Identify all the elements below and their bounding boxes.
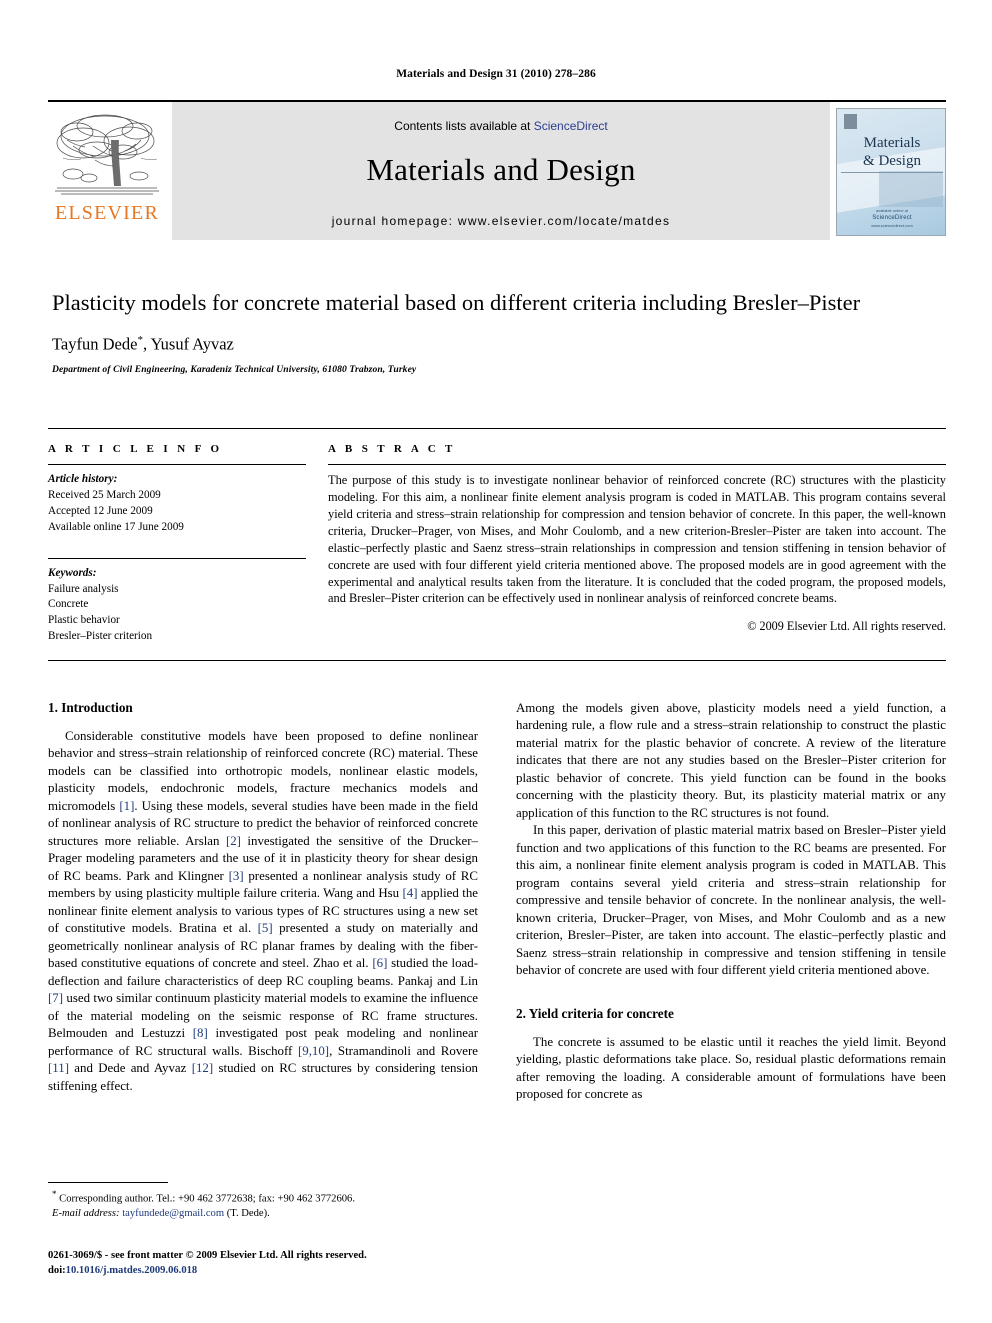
column-gap <box>306 443 328 645</box>
cover-footer: available online at ScienceDirect www.sc… <box>837 208 945 229</box>
keywords-label: Keywords: <box>48 566 97 579</box>
cover-rule-decoration <box>841 172 943 173</box>
paragraph-intro-1: Considerable constitutive models have be… <box>48 729 479 1093</box>
article-info-column: A R T I C L E I N F O Article history: R… <box>48 443 306 645</box>
keywords-group: Keywords: Failure analysis Concrete Plas… <box>48 566 306 646</box>
contents-available-line: Contents lists available at ScienceDirec… <box>172 102 830 133</box>
journal-masthead: ELSEVIER Contents lists available at Sci… <box>48 100 946 240</box>
journal-band: Contents lists available at ScienceDirec… <box>172 102 830 240</box>
keyword-item: Failure analysis <box>48 582 119 595</box>
divider <box>48 557 306 559</box>
cover-foot-url: www.sciencedirect.com <box>871 223 913 228</box>
info-abstract-region: A R T I C L E I N F O Article history: R… <box>48 428 946 645</box>
article-history-group: Article history: Received 25 March 2009 … <box>48 472 306 536</box>
article-history-label: Article history: <box>48 473 118 485</box>
issn-copyright-line: 0261-3069/$ - see front matter © 2009 El… <box>48 1250 367 1261</box>
right-column: Among the models given above, plasticity… <box>516 700 946 1104</box>
page-title: Plasticity models for concrete material … <box>52 290 861 315</box>
author-secondary: , Yusuf Ayvaz <box>142 334 234 354</box>
imprint-block: 0261-3069/$ - see front matter © 2009 El… <box>48 1248 528 1279</box>
keyword-item: Plastic behavior <box>48 614 120 627</box>
body-columns: 1. Introduction Considerable constitutiv… <box>48 700 946 1104</box>
email-link[interactable]: tayfundede@gmail.com <box>122 1208 224 1219</box>
paragraph-intro-3: In this paper, derivation of plastic mat… <box>516 823 946 978</box>
doi-label: doi: <box>48 1265 66 1277</box>
history-item: Accepted 12 June 2009 <box>48 504 153 517</box>
cover-title-line2: & Design <box>863 152 921 169</box>
paragraph-yield-1: The concrete is assumed to be elastic un… <box>516 1034 946 1102</box>
divider <box>48 464 306 465</box>
author-primary: Tayfun Dede <box>52 334 138 354</box>
running-head: Materials and Design 31 (2010) 278–286 <box>396 68 596 80</box>
journal-title: Materials and Design <box>366 152 636 187</box>
section-heading-introduction: 1. Introduction <box>48 700 133 715</box>
cover-elsevier-mark-icon <box>844 114 857 129</box>
affiliation: Department of Civil Engineering, Karaden… <box>52 363 417 375</box>
keyword-item: Bresler–Pister criterion <box>48 630 153 643</box>
paragraph-intro-2: Among the models given above, plasticity… <box>516 701 946 820</box>
cover-title-line1: Materials <box>863 135 921 151</box>
contents-prefix: Contents lists available at <box>394 119 534 133</box>
elsevier-logo: ELSEVIER <box>48 102 166 240</box>
journal-homepage[interactable]: journal homepage: www.elsevier.com/locat… <box>172 188 830 228</box>
cover-title: Materials & Design <box>837 135 945 170</box>
email-note: E-mail address: tayfundede@gmail.com (T.… <box>48 1207 478 1222</box>
divider <box>48 660 946 661</box>
doi-line: doi:10.1016/j.matdes.2009.06.018 <box>48 1263 528 1278</box>
journal-cover-thumbnail[interactable]: Materials & Design available online at S… <box>836 108 946 236</box>
email-label: E-mail address: <box>52 1208 120 1220</box>
doi-link[interactable]: 10.1016/j.matdes.2009.06.018 <box>66 1265 198 1276</box>
abstract-heading: A B S T R A C T <box>328 443 456 455</box>
abstract-copyright: © 2009 Elsevier Ltd. All rights reserved… <box>747 619 946 634</box>
article-info-heading: A R T I C L E I N F O <box>48 443 223 455</box>
abstract-text: The purpose of this study is to investig… <box>328 473 946 606</box>
history-item: Available online 17 June 2009 <box>48 520 184 533</box>
sciencedirect-link[interactable]: ScienceDirect <box>534 119 608 133</box>
divider <box>328 464 946 465</box>
paper-page: Materials and Design 31 (2010) 278–286 E… <box>0 0 992 1323</box>
divider <box>48 1182 168 1183</box>
column-gap <box>478 700 516 1104</box>
footnote-marker: * <box>52 1189 57 1199</box>
email-suffix: (T. Dede). <box>226 1208 270 1220</box>
elsevier-wordmark: ELSEVIER <box>54 202 160 224</box>
cover-grid-decoration <box>879 171 943 207</box>
section-heading-yield-criteria: 2. Yield criteria for concrete <box>516 1005 674 1021</box>
elsevier-tree-icon <box>53 110 161 202</box>
abstract-column: A B S T R A C T The purpose of this stud… <box>328 443 946 645</box>
title-block: Plasticity models for concrete material … <box>52 288 942 375</box>
history-item: Received 25 March 2009 <box>48 488 161 501</box>
keyword-item: Concrete <box>48 598 89 611</box>
corresponding-author-note: * Corresponding author. Tel.: +90 462 37… <box>48 1188 478 1207</box>
left-column: 1. Introduction Considerable constitutiv… <box>48 700 478 1104</box>
author-list: Tayfun Dede*, Yusuf Ayvaz <box>52 334 942 355</box>
cover-foot-brand: ScienceDirect <box>872 215 912 221</box>
corresponding-author-text: Corresponding author. Tel.: +90 462 3772… <box>59 1193 355 1205</box>
footnote-block: * Corresponding author. Tel.: +90 462 37… <box>48 1182 478 1222</box>
